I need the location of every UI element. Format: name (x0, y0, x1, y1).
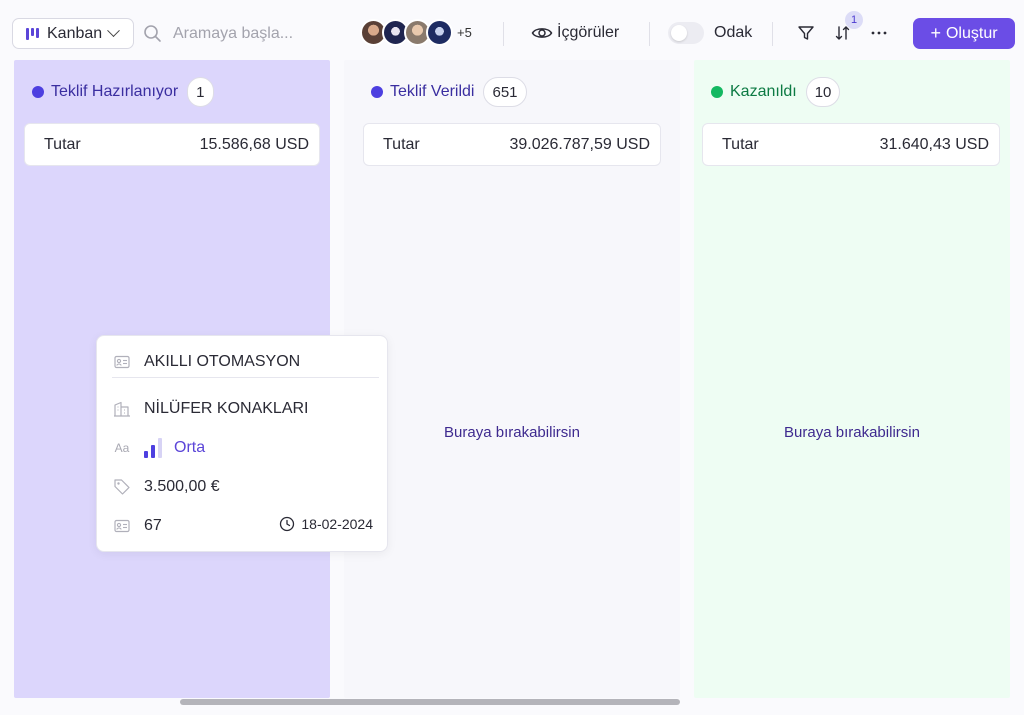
search-input[interactable] (173, 24, 323, 43)
deal-priority-row: Aa Orta (112, 438, 205, 458)
column-header[interactable]: Teklif Verildi 651 (371, 77, 527, 107)
building-icon (112, 401, 132, 417)
deal-id: 67 (144, 517, 162, 534)
drop-zone-hint[interactable]: Buraya bırakabilirsin (344, 424, 680, 441)
deal-amount-row: 3.500,00 € (112, 478, 220, 496)
view-selector-label: Kanban (47, 24, 103, 42)
column-count-badge: 651 (483, 77, 527, 107)
avatar-group[interactable]: +5 (360, 18, 472, 47)
sum-label: Tutar (722, 135, 759, 153)
view-selector[interactable]: Kanban (12, 18, 134, 49)
column-teklif-verildi: Teklif Verildi 651 Tutar 39.026.787,59 U… (344, 60, 680, 698)
create-button-label: Oluştur (945, 24, 998, 42)
column-sum-card: Tutar 15.586,68 USD (24, 123, 320, 166)
deal-card[interactable]: AKILLI OTOMASYON NİLÜFER KONAKLARI Aa Or… (96, 335, 388, 552)
deal-date: 18-02-2024 (279, 516, 373, 532)
deal-company: NİLÜFER KONAKLARI (144, 400, 309, 417)
column-title: Teklif Verildi (390, 83, 475, 100)
divider (772, 22, 773, 46)
plus-icon: + (930, 23, 941, 43)
text-type-icon: Aa (114, 441, 130, 455)
column-count-badge: 10 (805, 77, 841, 107)
id-card-icon (112, 355, 132, 369)
column-title: Kazanıldı (730, 83, 797, 100)
filter-icon (798, 26, 814, 40)
column-header[interactable]: Kazanıldı 10 (711, 77, 841, 107)
avatar[interactable] (426, 19, 453, 46)
avatar-more-count[interactable]: +5 (457, 25, 472, 40)
column-header[interactable]: Teklif Hazırlanıyor 1 (32, 77, 214, 107)
deal-date-value: 18-02-2024 (301, 516, 373, 532)
toolbar: Kanban +5 İçgörüler Odak 1 + Oluştur (0, 0, 1024, 60)
kanban-icon (26, 27, 40, 40)
deal-company-row: NİLÜFER KONAKLARI (112, 400, 308, 418)
chevron-down-icon (107, 24, 121, 38)
sum-label: Tutar (44, 135, 81, 153)
deal-title-row: AKILLI OTOMASYON (112, 353, 379, 378)
search-icon (144, 24, 161, 42)
status-dot (711, 86, 723, 98)
sort-count-badge: 1 (845, 11, 863, 29)
deal-title[interactable]: AKILLI OTOMASYON (144, 353, 300, 371)
focus-toggle-group: Odak (668, 20, 752, 46)
create-button[interactable]: + Oluştur (913, 18, 1015, 49)
column-count-badge: 1 (187, 77, 214, 107)
sum-label: Tutar (383, 135, 420, 153)
divider (503, 22, 504, 46)
horizontal-scrollbar[interactable] (180, 699, 680, 705)
more-options-button[interactable] (866, 20, 892, 46)
deal-id-row: 67 (112, 517, 162, 535)
sum-value: 39.026.787,59 USD (509, 135, 650, 153)
filter-button[interactable] (793, 20, 819, 46)
focus-label: Odak (714, 24, 753, 41)
status-dot (32, 86, 44, 98)
column-kazanildi: Kazanıldı 10 Tutar 31.640,43 USD Buraya … (694, 60, 1010, 698)
sum-value: 15.586,68 USD (199, 135, 309, 153)
priority-bars-icon (144, 438, 165, 458)
more-icon (871, 31, 887, 35)
sum-value: 31.640,43 USD (879, 135, 989, 153)
tag-icon (112, 478, 132, 496)
status-dot (371, 86, 383, 98)
column-sum-card: Tutar 39.026.787,59 USD (363, 123, 661, 166)
column-sum-card: Tutar 31.640,43 USD (702, 123, 1000, 166)
deal-priority[interactable]: Orta (174, 439, 205, 457)
focus-toggle[interactable] (668, 22, 704, 44)
insights-label: İçgörüler (557, 24, 620, 41)
search-box[interactable] (143, 18, 333, 49)
deal-amount: 3.500,00 € (144, 478, 220, 495)
divider (649, 22, 650, 46)
insights-button[interactable]: İçgörüler (531, 20, 619, 46)
eye-icon (531, 28, 553, 38)
column-title: Teklif Hazırlanıyor (51, 83, 179, 100)
clock-icon (280, 516, 295, 532)
id-card-icon (112, 519, 132, 533)
drop-zone-hint[interactable]: Buraya bırakabilirsin (694, 424, 1010, 441)
